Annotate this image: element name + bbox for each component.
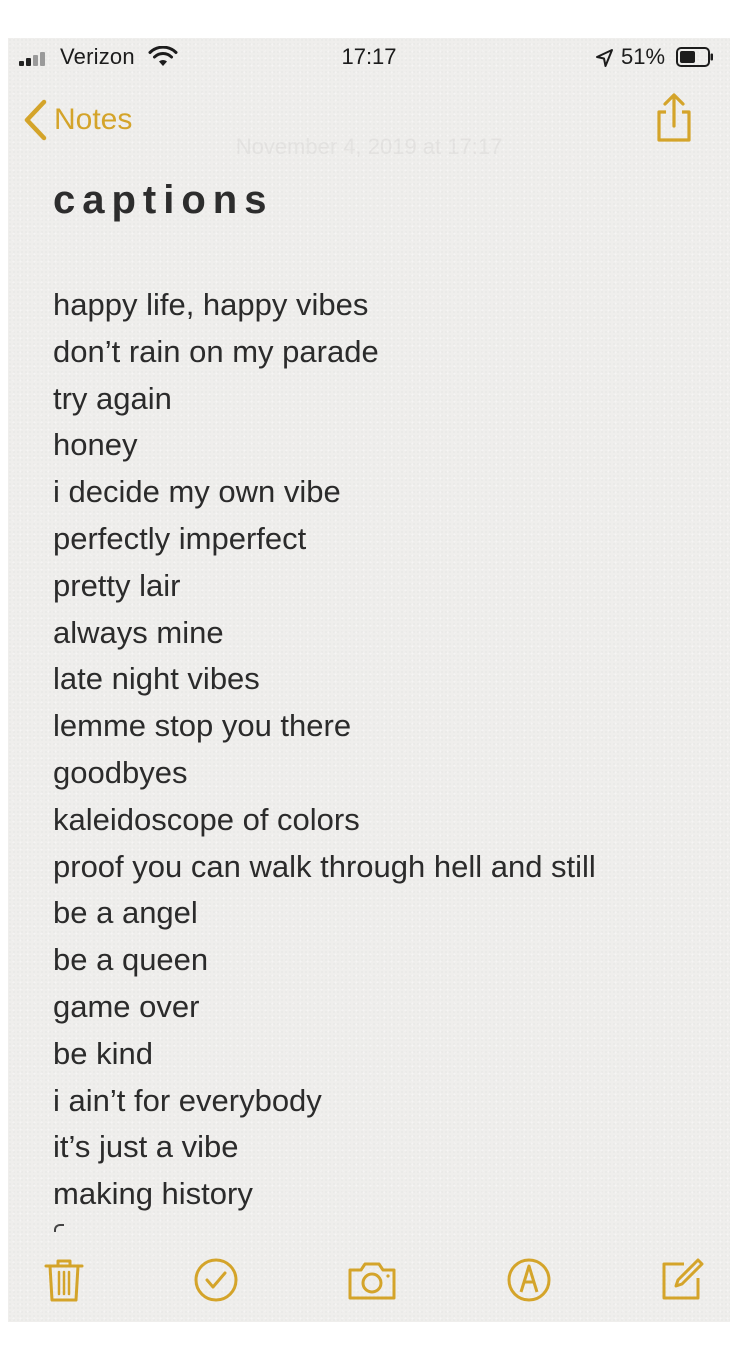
note-line: don’t rain on my parade [53, 333, 379, 369]
note-line: i ain’t for everybody [53, 1082, 322, 1118]
markup-icon[interactable] [505, 1256, 553, 1304]
notes-app-screen: Verizon 17:17 51% Notes November 4, 2019… [8, 38, 730, 1322]
bottom-toolbar [8, 1244, 730, 1314]
status-bar: Verizon 17:17 51% [8, 38, 730, 76]
note-line: i decide my own vibe [53, 474, 341, 510]
note-line: be a angel [53, 895, 198, 931]
battery-icon [676, 47, 713, 67]
camera-icon[interactable] [346, 1256, 398, 1304]
note-title[interactable]: captions [53, 178, 273, 223]
note-line: be a queen [53, 942, 209, 978]
note-line: late night vibes [53, 661, 260, 697]
note-line: perfectly imperfect [53, 520, 307, 556]
battery-percent: 51% [621, 44, 666, 69]
note-line: game over [53, 988, 200, 1024]
note-line: always mine [53, 614, 224, 650]
note-line: be kind [53, 1035, 153, 1071]
note-line: kaleidoscope of colors [53, 801, 360, 837]
note-line: lemme stop you there [53, 708, 352, 744]
note-line: try again [53, 380, 172, 416]
compose-icon[interactable] [658, 1256, 706, 1304]
back-button-label: Notes [54, 103, 133, 136]
trash-icon[interactable] [40, 1256, 88, 1304]
checklist-icon[interactable] [192, 1256, 240, 1304]
note-line: it’s just a vibe [53, 1129, 239, 1165]
note-line: pretty lair [53, 567, 181, 603]
note-line: goodbyes [53, 754, 188, 790]
note-line: proof you can walk through hell and stil… [53, 848, 596, 884]
cut-off-text-fragment [54, 1224, 64, 1232]
note-date: November 4, 2019 at 17:17 [235, 134, 503, 159]
note-body[interactable]: happy life, happy vibes don’t rain on my… [53, 282, 723, 1218]
note-line: happy life, happy vibes [53, 287, 369, 322]
location-arrow-icon [596, 49, 613, 67]
note-line: making history [53, 1176, 253, 1212]
note-line: honey [53, 427, 138, 463]
